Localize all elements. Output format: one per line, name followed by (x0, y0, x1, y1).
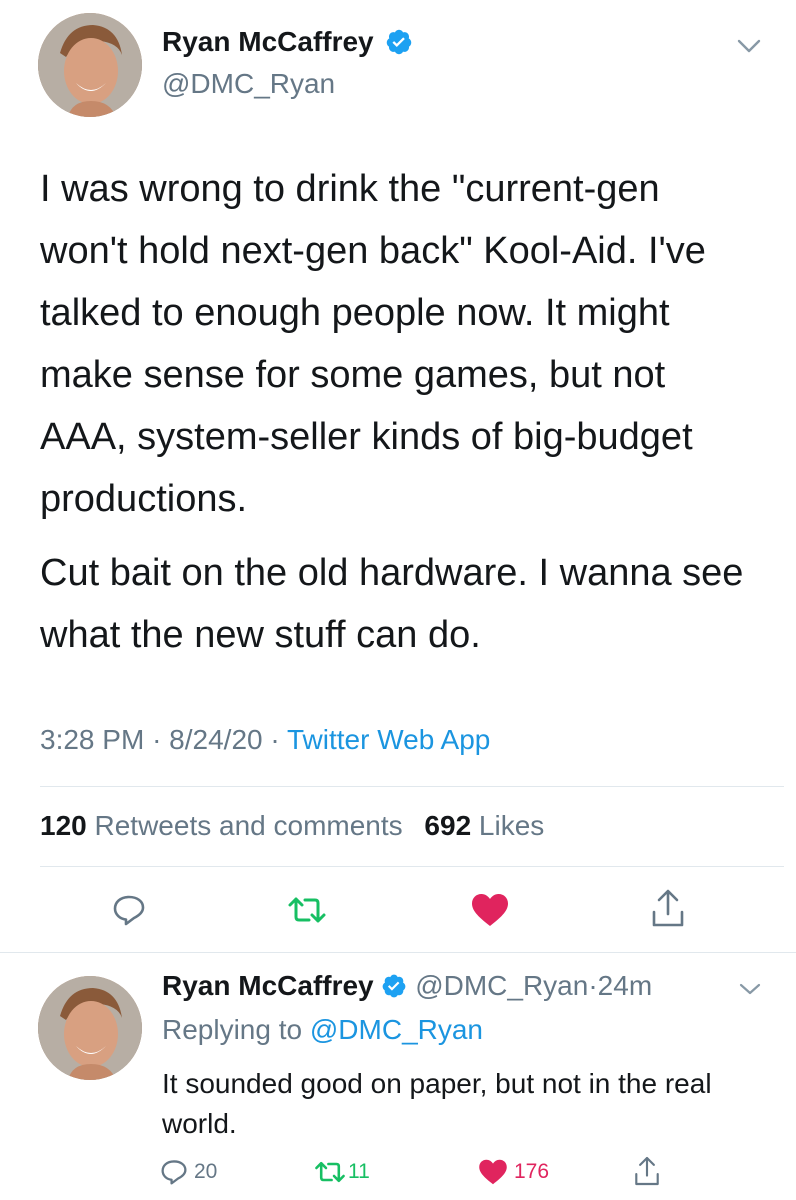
replying-to-prefix: Replying to (162, 1014, 303, 1045)
reply-share-button[interactable] (634, 1152, 660, 1190)
likes-label: Likes (478, 810, 545, 841)
like-button[interactable] (467, 888, 513, 932)
chevron-down-icon (739, 983, 761, 995)
tweet-source[interactable]: Twitter Web App (287, 724, 490, 755)
tweet-date[interactable]: 8/24/20 (169, 724, 262, 755)
reply-author-avatar[interactable] (38, 976, 142, 1080)
author-name[interactable]: Ryan McCaffrey (162, 26, 374, 57)
reply-author-name[interactable]: Ryan McCaffrey (162, 970, 374, 1001)
tweet-paragraph: Cut bait on the old hardware. I wanna se… (40, 552, 744, 656)
divider (40, 786, 784, 787)
tweet-options-chevron[interactable] (734, 34, 764, 58)
verified-badge-icon (387, 29, 412, 54)
divider (40, 866, 784, 867)
replying-to-handle[interactable]: @DMC_Ryan (310, 1014, 483, 1045)
reply-retweet-button[interactable]: 11 (314, 1154, 370, 1190)
retweet-icon (315, 1161, 345, 1183)
tweet-meta: 3:28 PM · 8/24/20 · Twitter Web App (40, 724, 490, 756)
tweet-paragraph: I was wrong to drink the "current-gen wo… (40, 168, 706, 520)
avatar-photo (38, 976, 142, 1080)
divider (0, 952, 796, 953)
share-button[interactable] (645, 884, 691, 932)
reply-retweet-count: 11 (348, 1160, 370, 1183)
retweet-icon (288, 897, 326, 923)
reply-icon (161, 1160, 187, 1185)
retweets-count: 120 (40, 810, 87, 841)
tweet-time[interactable]: 3:28 PM (40, 724, 144, 755)
author-handle[interactable]: @DMC_Ryan (162, 68, 335, 100)
retweets-label: Retweets and comments (94, 810, 403, 841)
avatar-photo (38, 13, 142, 117)
author-avatar[interactable] (38, 13, 142, 117)
reply-reply-count: 20 (194, 1160, 218, 1183)
retweet-button[interactable] (284, 890, 330, 930)
meta-separator: · (270, 724, 280, 755)
meta-separator: · (152, 724, 162, 755)
likes-count: 692 (424, 810, 472, 841)
verified-badge-icon (383, 974, 406, 997)
reply-header: Ryan McCaffrey @DMC_Ryan·24m (162, 970, 652, 1002)
reply-button[interactable] (106, 888, 152, 932)
reply-options-chevron[interactable] (736, 978, 764, 1000)
reply-text: It sounded good on paper, but not in the… (162, 1068, 712, 1139)
chevron-down-icon (737, 39, 761, 53)
reply-reply-button[interactable]: 20 (160, 1154, 217, 1190)
share-icon (652, 889, 684, 927)
reply-age[interactable]: 24m (598, 970, 652, 1001)
tweet-body: I was wrong to drink the "current-gen wo… (40, 158, 750, 666)
share-icon (635, 1156, 659, 1186)
engagement-stats: 120 Retweets and comments 692 Likes (40, 810, 544, 842)
likes-stat[interactable]: 692 Likes (424, 810, 544, 841)
heart-icon (472, 894, 508, 926)
heart-icon (479, 1159, 507, 1185)
reply-icon (113, 895, 145, 926)
reply-author-handle[interactable]: @DMC_Ryan (415, 970, 588, 1001)
replying-to: Replying to @DMC_Ryan (162, 1014, 483, 1046)
reply-like-count: 176 (514, 1160, 550, 1183)
meta-separator: · (588, 970, 598, 1001)
retweets-stat[interactable]: 120 Retweets and comments (40, 810, 410, 841)
reply-like-button[interactable]: 176 (478, 1154, 549, 1190)
